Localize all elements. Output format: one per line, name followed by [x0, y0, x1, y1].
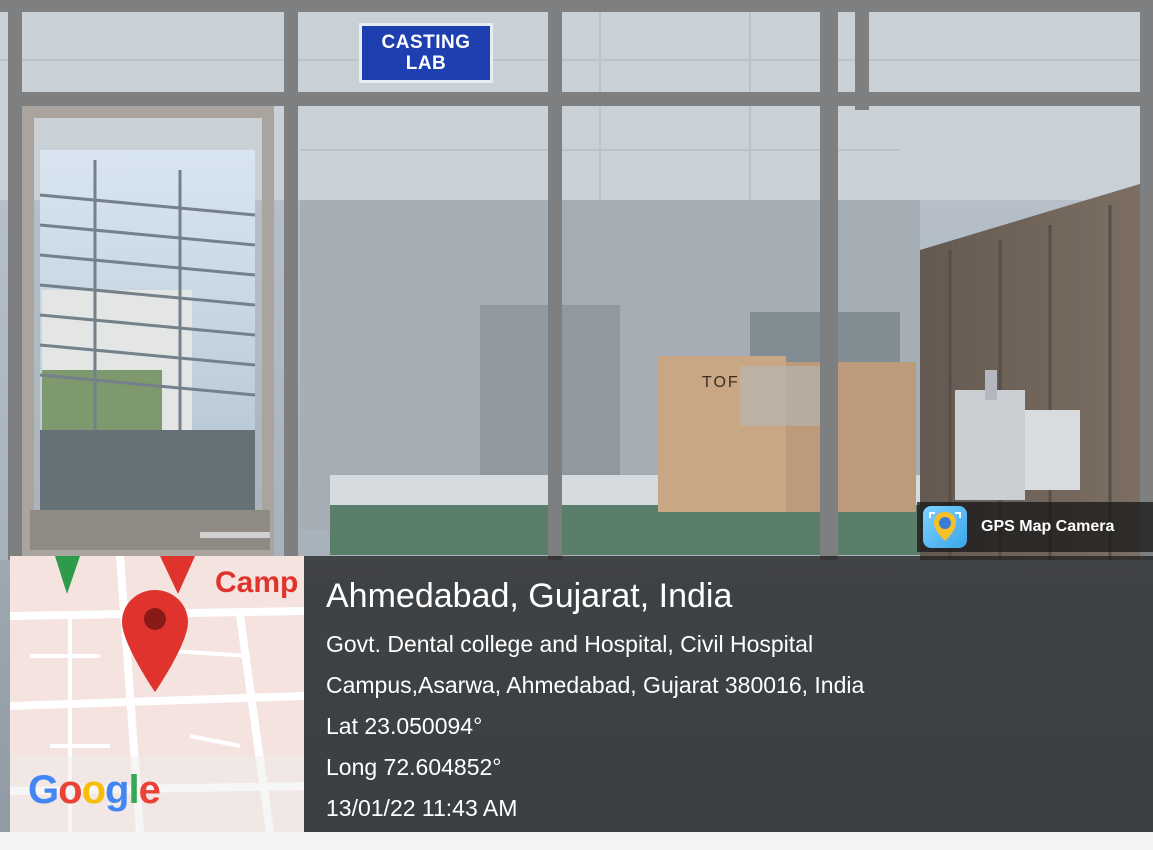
map-camera-icon	[923, 506, 967, 548]
location-info: Ahmedabad, Gujarat, India Govt. Dental c…	[326, 572, 864, 829]
timestamp: 13/01/22 11:43 AM	[326, 795, 518, 821]
casting-lab-sign: CASTING LAB	[359, 23, 493, 83]
google-logo-letter: o	[58, 768, 82, 812]
latitude: Lat 23.050094°	[326, 713, 483, 739]
google-logo-letter: l	[128, 768, 139, 812]
google-logo-letter: o	[81, 768, 106, 812]
box-label: TOF	[702, 374, 740, 391]
city-title: Ahmedabad, Gujarat, India	[326, 577, 733, 615]
map-area-label: Camp	[215, 566, 299, 599]
longitude: Long 72.604852°	[326, 754, 502, 780]
gps-badge-label: GPS Map Camera	[981, 518, 1115, 535]
map-thumbnail: Camp Google	[10, 556, 304, 832]
google-logo-letter: e	[138, 768, 161, 812]
address-line-2: Campus,Asarwa, Ahmedabad, Gujarat 380016…	[326, 672, 865, 698]
address-line-1: Govt. Dental college and Hospital, Civil…	[326, 631, 814, 657]
google-logo-letter: G	[28, 768, 59, 812]
google-logo-letter: g	[105, 768, 129, 812]
gps-map-camera-badge: GPS Map Camera	[917, 502, 1153, 552]
google-logo: Google	[28, 768, 161, 813]
